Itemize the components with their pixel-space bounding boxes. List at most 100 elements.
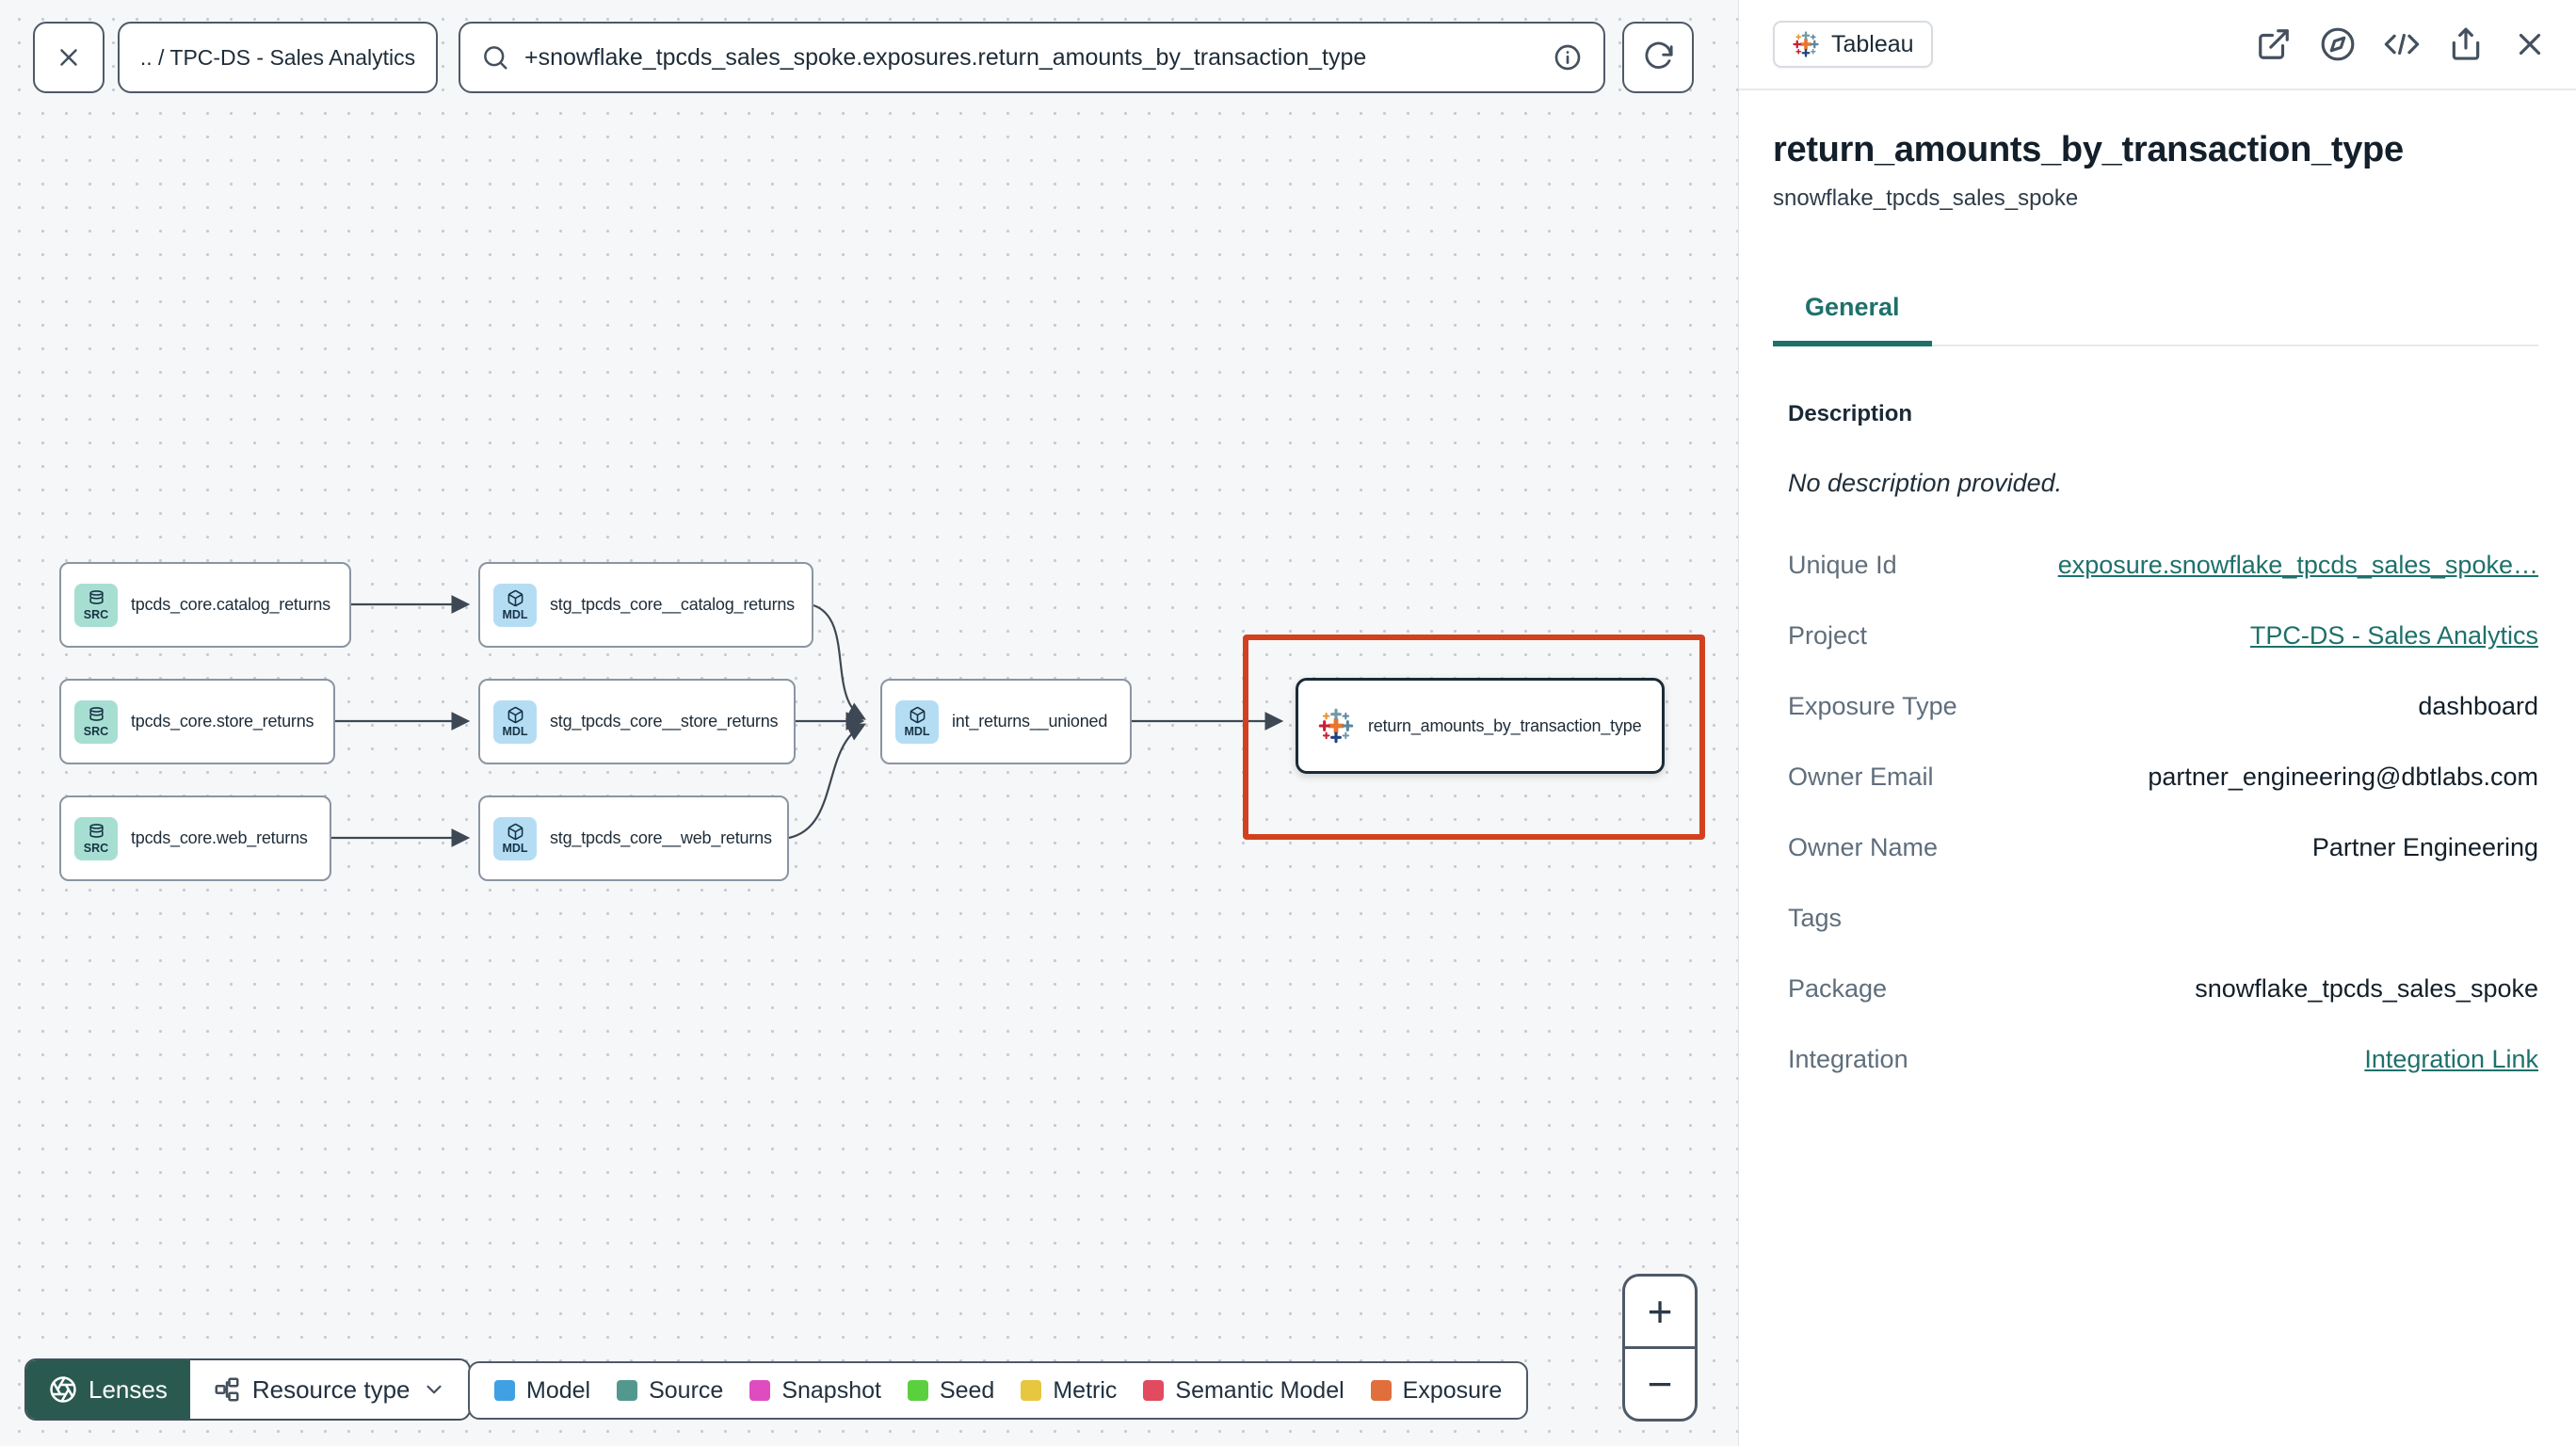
detail-value: dashboard — [2418, 692, 2538, 720]
share-icon[interactable] — [2448, 26, 2484, 62]
aperture-icon — [49, 1375, 77, 1404]
detail-row-owner-email: Owner Email partner_engineering@dbtlabs.… — [1788, 763, 2538, 792]
zoom-out-button[interactable]: − — [1625, 1349, 1695, 1419]
lineage-search[interactable] — [459, 22, 1605, 93]
legend-item-source: Source — [617, 1377, 723, 1405]
node-mdl-stg-catalog-returns[interactable]: MDL stg_tpcds_core__catalog_returns — [478, 562, 813, 648]
database-icon: SRC — [74, 583, 118, 627]
detail-row-owner-name: Owner Name Partner Engineering — [1788, 833, 2538, 862]
node-label: stg_tpcds_core__web_returns — [550, 828, 772, 847]
node-label: tpcds_core.store_returns — [131, 712, 314, 731]
node-src-web-returns[interactable]: SRC tpcds_core.web_returns — [59, 795, 331, 881]
node-src-catalog-returns[interactable]: SRC tpcds_core.catalog_returns — [59, 562, 351, 648]
close-icon[interactable] — [2512, 26, 2548, 62]
panel-action-buttons — [2256, 26, 2548, 62]
refresh-lineage-button[interactable] — [1622, 22, 1694, 93]
info-icon[interactable] — [1553, 42, 1583, 72]
detail-label: Unique Id — [1788, 551, 1897, 579]
resource-title: return_amounts_by_transaction_type — [1773, 130, 2404, 169]
legend-swatch — [749, 1380, 771, 1401]
lenses-button[interactable]: Lenses — [26, 1360, 190, 1419]
detail-label: Tags — [1788, 904, 1843, 932]
resource-type-label: Resource type — [251, 1374, 411, 1404]
detail-row-exposure-type: Exposure Type dashboard — [1788, 692, 2538, 721]
legend-item-semantic-model: Semantic Model — [1143, 1377, 1344, 1405]
description-header: Description — [1788, 401, 1913, 426]
external-link-icon[interactable] — [2256, 26, 2292, 62]
legend-swatch — [1143, 1380, 1165, 1401]
detail-value: snowflake_tpcds_sales_spoke — [2195, 974, 2538, 1003]
legend-swatch — [1021, 1380, 1042, 1401]
legend-item-exposure: Exposure — [1370, 1377, 1502, 1405]
tableau-icon — [1317, 707, 1355, 745]
detail-label: Integration — [1788, 1045, 1908, 1073]
resource-package-subtitle: snowflake_tpcds_sales_spoke — [1773, 185, 2079, 211]
detail-label: Owner Email — [1788, 763, 1934, 791]
resource-type-dropdown[interactable]: Resource type — [190, 1360, 469, 1419]
lineage-canvas[interactable]: SRC tpcds_core.catalog_returns SRC tpcds… — [0, 0, 1738, 1446]
zoom-in-button[interactable]: + — [1625, 1277, 1695, 1349]
node-mdl-stg-store-returns[interactable]: MDL stg_tpcds_core__store_returns — [478, 679, 796, 764]
node-mdl-int-returns-unioned[interactable]: MDL int_returns__unioned — [880, 679, 1132, 764]
database-icon: SRC — [74, 816, 118, 860]
details-panel: Tableau return_amounts_by_transaction_ty… — [1738, 0, 2576, 1446]
search-input[interactable] — [524, 43, 1538, 72]
tableau-badge[interactable]: Tableau — [1773, 21, 1933, 68]
node-label: int_returns__unioned — [952, 712, 1108, 731]
legend-swatch — [617, 1380, 638, 1401]
lenses-control: Lenses Resource type — [24, 1358, 471, 1421]
description-empty-text: No description provided. — [1788, 469, 2063, 497]
detail-value[interactable]: TPC-DS - Sales Analytics — [2250, 621, 2538, 651]
detail-value[interactable]: Integration Link — [2364, 1045, 2538, 1074]
detail-row-project: Project TPC-DS - Sales Analytics — [1788, 621, 2538, 651]
tableau-icon — [1792, 30, 1820, 58]
node-label: tpcds_core.web_returns — [131, 828, 308, 847]
node-label: stg_tpcds_core__catalog_returns — [550, 595, 795, 614]
legend-swatch — [907, 1380, 928, 1401]
node-src-store-returns[interactable]: SRC tpcds_core.store_returns — [59, 679, 335, 764]
legend-item-snapshot: Snapshot — [749, 1377, 881, 1405]
close-lineage-button[interactable] — [33, 22, 105, 93]
legend-swatch — [494, 1380, 515, 1401]
detail-row-package: Package snowflake_tpcds_sales_spoke — [1788, 974, 2538, 1004]
tableau-badge-label: Tableau — [1831, 30, 1914, 57]
legend-item-seed: Seed — [907, 1377, 994, 1405]
search-icon — [481, 43, 509, 72]
lenses-label: Lenses — [89, 1374, 168, 1404]
node-label: tpcds_core.catalog_returns — [131, 595, 330, 614]
node-label: stg_tpcds_core__store_returns — [550, 712, 779, 731]
detail-label: Exposure Type — [1788, 692, 1957, 720]
close-icon — [55, 43, 83, 72]
details-panel-body: return_amounts_by_transaction_type snowf… — [1739, 130, 2576, 1074]
tab-general[interactable]: General — [1773, 293, 1932, 346]
cube-icon: MDL — [493, 816, 537, 860]
detail-label: Package — [1788, 974, 1888, 1003]
legend-item-metric: Metric — [1021, 1377, 1117, 1405]
details-panel-header: Tableau — [1739, 0, 2576, 90]
node-exposure-return-amounts[interactable]: return_amounts_by_transaction_type — [1296, 678, 1665, 774]
detail-label: Owner Name — [1788, 833, 1939, 861]
refresh-icon — [1642, 41, 1674, 73]
detail-label: Project — [1788, 621, 1868, 650]
detail-row-integration: Integration Integration Link — [1788, 1045, 2538, 1074]
chevron-down-icon — [422, 1377, 446, 1402]
details-list: Unique Id exposure.snowflake_tpcds_sales… — [1773, 551, 2538, 1074]
hierarchy-icon — [213, 1375, 241, 1404]
resource-type-legend: Model Source Snapshot Seed Metric Semant… — [468, 1361, 1529, 1420]
code-icon[interactable] — [2384, 26, 2420, 62]
node-mdl-stg-web-returns[interactable]: MDL stg_tpcds_core__web_returns — [478, 795, 789, 881]
node-label: return_amounts_by_transaction_type — [1368, 715, 1642, 735]
cube-icon: MDL — [493, 583, 537, 627]
breadcrumb[interactable]: .. / TPC-DS - Sales Analytics — [118, 22, 438, 93]
dbt-explorer-lineage-app: SRC tpcds_core.catalog_returns SRC tpcds… — [0, 0, 2576, 1446]
canvas-zoom-control: + − — [1622, 1274, 1698, 1422]
detail-value: partner_engineering@dbtlabs.com — [2148, 763, 2538, 791]
cube-icon: MDL — [493, 699, 537, 744]
legend-swatch — [1370, 1380, 1392, 1401]
detail-value[interactable]: exposure.snowflake_tpcds_sales_spoke… — [2058, 551, 2538, 580]
detail-row-tags: Tags — [1788, 904, 2538, 933]
detail-value: Partner Engineering — [2311, 833, 2538, 861]
compass-icon[interactable] — [2320, 26, 2356, 62]
breadcrumb-label: .. / TPC-DS - Sales Analytics — [139, 44, 416, 70]
detail-row-unique-id: Unique Id exposure.snowflake_tpcds_sales… — [1788, 551, 2538, 580]
